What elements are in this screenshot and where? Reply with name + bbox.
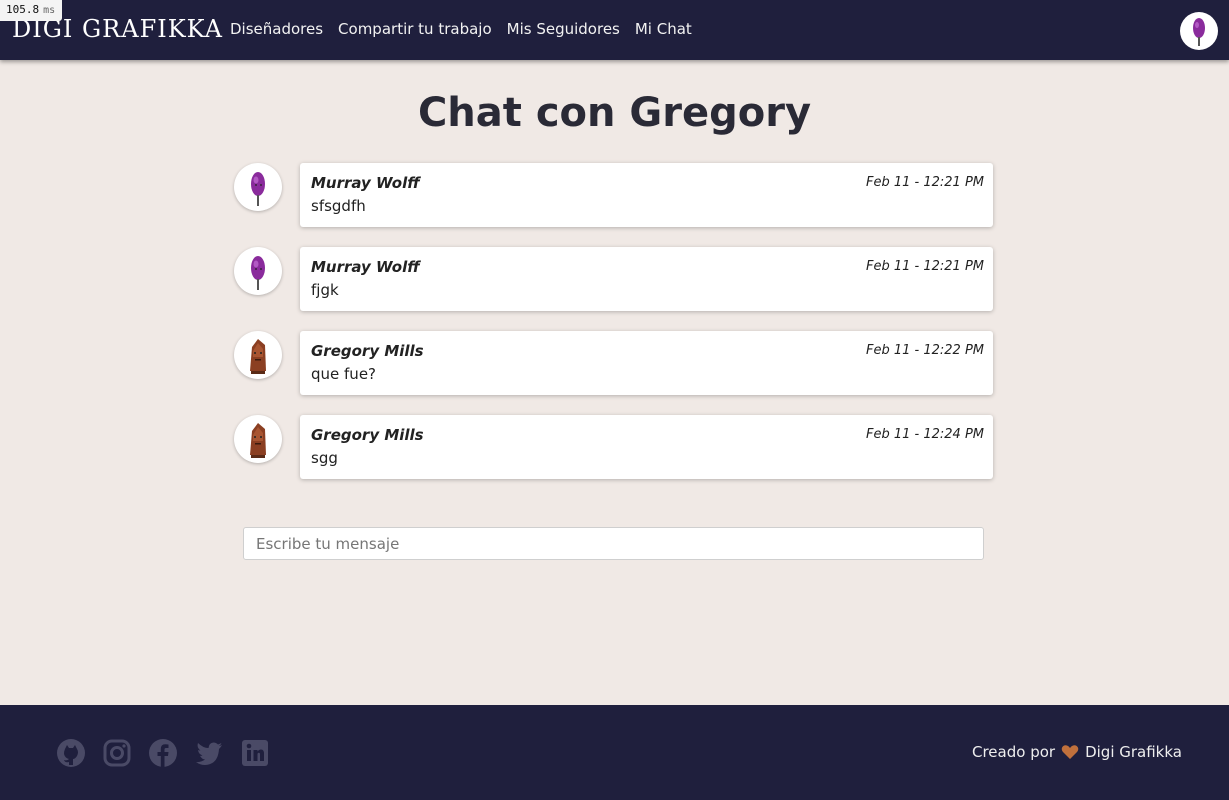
message-row: Gregory Mills Feb 11 - 12:22 PM que fue? — [234, 331, 995, 397]
linkedin-icon[interactable] — [240, 738, 270, 768]
social-links — [56, 738, 286, 768]
message-text: que fue? — [311, 365, 377, 383]
nav-link-compartir[interactable]: Compartir tu trabajo — [338, 19, 492, 39]
brown-figure-avatar — [234, 415, 282, 463]
message-text: sfsgdfh — [311, 197, 366, 215]
message-author: Gregory Mills — [311, 342, 424, 360]
user-avatar[interactable] — [1180, 12, 1218, 50]
timing-value: 105.8 — [6, 3, 40, 16]
message-author: Murray Wolff — [311, 174, 420, 192]
message-row: Gregory Mills Feb 11 - 12:24 PM sgg — [234, 415, 995, 481]
message-time: Feb 11 - 12:21 PM — [865, 175, 984, 190]
message-time: Feb 11 - 12:21 PM — [865, 259, 984, 274]
message-row: Murray Wolff Feb 11 - 12:21 PM sfsgdfh — [234, 163, 995, 229]
heart-icon — [1061, 744, 1079, 760]
nav-links: Diseñadores Compartir tu trabajo Mis Seg… — [230, 19, 692, 39]
facebook-icon[interactable] — [148, 738, 178, 768]
twitter-icon[interactable] — [194, 738, 224, 768]
github-icon[interactable] — [56, 738, 86, 768]
purple-figure-avatar — [234, 247, 282, 295]
message-text: fjgk — [311, 281, 339, 299]
timing-overlay: 105.8 ms — [0, 0, 63, 21]
message-input[interactable] — [243, 527, 984, 560]
brown-figure-avatar — [234, 331, 282, 379]
nav-link-mi-chat[interactable]: Mi Chat — [635, 19, 692, 39]
nav-link-seguidores[interactable]: Mis Seguidores — [507, 19, 620, 39]
message-card: Murray Wolff Feb 11 - 12:21 PM sfsgdfh — [300, 163, 993, 227]
message-card: Gregory Mills Feb 11 - 12:24 PM sgg — [300, 415, 993, 479]
timing-unit: ms — [43, 5, 56, 16]
credit-link[interactable]: Digi Grafikka — [1085, 742, 1182, 762]
nav-link-disenadores[interactable]: Diseñadores — [230, 19, 323, 39]
message-author: Gregory Mills — [311, 426, 424, 444]
navbar: DIGI GRAFIKKA Diseñadores Compartir tu t… — [0, 0, 1229, 60]
message-card: Murray Wolff Feb 11 - 12:21 PM fjgk — [300, 247, 993, 311]
footer: Creado por Digi Grafikka — [0, 705, 1229, 800]
message-text: sgg — [311, 449, 338, 467]
message-author: Murray Wolff — [311, 258, 420, 276]
message-time: Feb 11 - 12:24 PM — [865, 427, 984, 442]
credit-prefix: Creado por — [972, 743, 1056, 761]
instagram-icon[interactable] — [102, 738, 132, 768]
purple-figure-avatar — [234, 163, 282, 211]
message-list: Murray Wolff Feb 11 - 12:21 PM sfsgdfh M… — [234, 163, 995, 499]
message-time: Feb 11 - 12:22 PM — [865, 343, 984, 358]
message-card: Gregory Mills Feb 11 - 12:22 PM que fue? — [300, 331, 993, 395]
message-row: Murray Wolff Feb 11 - 12:21 PM fjgk — [234, 247, 995, 313]
footer-credit: Creado por Digi Grafikka — [972, 742, 1182, 762]
page-title: Chat con Gregory — [417, 90, 812, 136]
